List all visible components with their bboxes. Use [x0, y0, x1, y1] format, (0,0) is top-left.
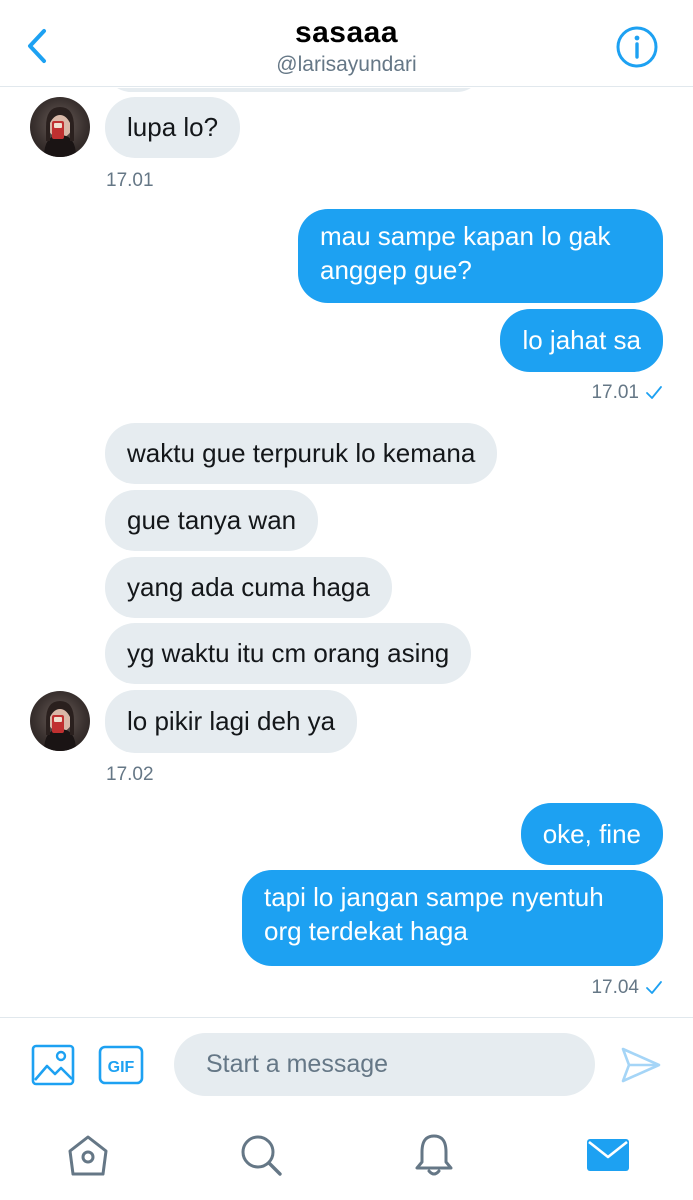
- message-bubble-outgoing[interactable]: mau sampe kapan lo gak anggep gue?: [298, 209, 663, 303]
- tab-search[interactable]: [238, 1132, 284, 1178]
- message-timestamp: 17.01: [106, 170, 154, 191]
- home-icon: [68, 1135, 108, 1176]
- message-composer: GIF: [0, 1017, 693, 1112]
- add-media-button[interactable]: [31, 1044, 75, 1086]
- check-icon: [646, 981, 662, 994]
- send-button[interactable]: [620, 1045, 662, 1085]
- info-button[interactable]: [615, 25, 659, 69]
- message-bubble-outgoing[interactable]: oke, fine: [520, 803, 663, 865]
- conversation-header: sasaaa @larisayundari: [0, 0, 693, 87]
- avatar[interactable]: [30, 97, 90, 157]
- message-bubble-incoming[interactable]: gue tanya wan: [105, 490, 319, 551]
- message-timestamp-read: 17.04: [591, 977, 663, 999]
- message-bubble-outgoing[interactable]: lo jahat sa: [500, 309, 663, 372]
- message-input[interactable]: [174, 1033, 595, 1096]
- message-list[interactable]: lupa lo? 17.01 mau sampe kapan lo gak an…: [0, 88, 693, 1016]
- message-bubble-outgoing[interactable]: tapi lo jangan sampe nyentuh org terdeka…: [242, 870, 663, 966]
- gif-button[interactable]: GIF: [98, 1045, 144, 1085]
- check-icon: [646, 386, 662, 399]
- gif-label: GIF: [108, 1059, 135, 1076]
- conversation-handle: @larisayundari: [276, 53, 417, 76]
- conversation-title[interactable]: sasaaa: [0, 16, 693, 50]
- tab-notifications[interactable]: [411, 1132, 457, 1178]
- tab-messages[interactable]: [585, 1132, 631, 1178]
- notifications-bell-icon: [415, 1134, 453, 1176]
- message-timestamp-read: 17.01: [591, 382, 663, 404]
- timestamp-text: 17.01: [591, 382, 639, 403]
- avatar-photo: [44, 107, 76, 157]
- gif-icon: GIF: [98, 1045, 144, 1085]
- message-bubble-incoming[interactable]: yg waktu itu cm orang asing: [105, 623, 472, 684]
- send-icon: [621, 1047, 661, 1083]
- avatar-photo: [44, 701, 76, 751]
- timestamp-text: 17.04: [591, 977, 639, 998]
- info-icon: [616, 26, 658, 68]
- messages-envelope-icon: [587, 1139, 629, 1171]
- message-timestamp: 17.02: [106, 764, 154, 785]
- bottom-tab-bar: [0, 1112, 693, 1200]
- tab-home[interactable]: [65, 1132, 111, 1178]
- search-icon: [241, 1135, 282, 1176]
- message-bubble-incoming[interactable]: lo pikir lagi deh ya: [105, 690, 358, 753]
- image-icon: [31, 1044, 75, 1086]
- message-bubble-incoming[interactable]: yang ada cuma haga: [105, 557, 392, 618]
- message-bubble-incoming[interactable]: lupa lo?: [105, 97, 241, 158]
- message-bubble-partial: [105, 88, 483, 92]
- avatar[interactable]: [30, 691, 90, 751]
- message-bubble-incoming[interactable]: waktu gue terpuruk lo kemana: [105, 423, 498, 484]
